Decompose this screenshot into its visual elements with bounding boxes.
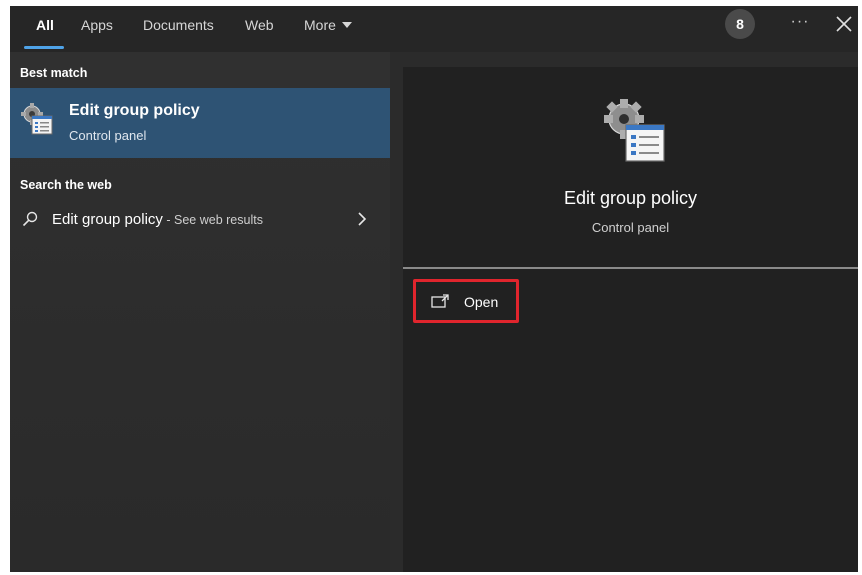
best-match-title: Edit group policy [69,102,200,119]
tab-web[interactable]: Web [245,6,274,52]
open-label: Open [464,294,499,310]
close-button[interactable] [830,10,858,38]
tab-documents[interactable]: Documents [143,6,214,52]
preview-subtitle: Control panel [591,220,670,235]
ellipsis-icon: ··· [790,13,810,30]
web-result-text: Edit group policy - See web results [52,211,263,228]
tab-more-label: More [304,17,336,33]
open-button[interactable]: Open [413,279,519,323]
caret-down-icon [341,22,352,29]
web-search-result[interactable]: Edit group policy - See web results [10,202,390,238]
tab-apps[interactable]: Apps [81,6,113,52]
search-web-heading: Search the web [20,178,112,192]
tab-more[interactable]: More [304,6,352,52]
best-match-subtitle: Control panel [69,128,147,143]
tab-all-label: All [36,17,54,33]
chevron-right-icon [358,212,367,226]
results-list: Best match Edit group policy Control pan… [10,52,390,572]
web-result-suffix: - See web results [162,213,263,227]
windows-search-panel: All Apps Documents Web More 8 ··· Best m… [10,6,858,572]
more-options-button[interactable]: ··· [786,10,814,38]
preview-pane: Edit group policy Control panel Open [403,67,858,572]
rewards-badge-count: 8 [736,16,744,32]
search-icon [22,211,38,227]
open-icon [431,294,449,308]
active-tab-indicator [24,46,64,49]
rewards-badge[interactable]: 8 [725,9,755,39]
best-match-result[interactable]: Edit group policy Control panel [10,88,390,158]
tab-documents-label: Documents [143,17,214,33]
group-policy-icon [604,99,665,162]
close-icon [836,16,852,32]
preview-title: Edit group policy [563,188,698,208]
search-tab-bar: All Apps Documents Web More 8 ··· [10,6,858,52]
best-match-heading: Best match [20,66,88,80]
tab-web-label: Web [245,17,274,33]
group-policy-icon [21,103,53,135]
web-result-query: Edit group policy [52,211,163,228]
preview-divider [403,267,858,269]
tab-apps-label: Apps [81,17,113,33]
